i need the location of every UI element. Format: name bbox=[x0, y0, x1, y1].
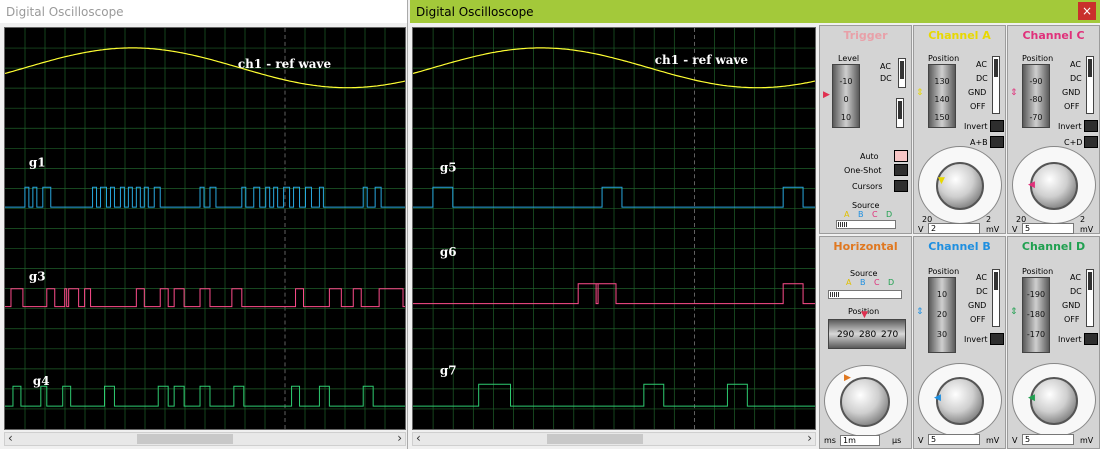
source-label: Source bbox=[850, 269, 878, 278]
channel-c-coupling-switch[interactable] bbox=[1086, 56, 1094, 114]
scroll-thumb[interactable] bbox=[137, 434, 233, 444]
coupling-switch[interactable] bbox=[898, 58, 906, 88]
timebase-pointer-icon: ▶ bbox=[844, 373, 851, 383]
trigger-title: Trigger bbox=[843, 29, 888, 42]
updown-arrow-icon: ⇕ bbox=[1010, 88, 1018, 98]
channel-c-cplusd-button[interactable] bbox=[1084, 136, 1098, 148]
channel-d-pointer-icon: ◀ bbox=[1028, 393, 1035, 403]
channel-c-volts-input[interactable]: 5 bbox=[1022, 223, 1074, 234]
horizontal-scrollbar[interactable]: ‹ › bbox=[4, 431, 406, 446]
window-title: Digital Oscilloscope bbox=[416, 4, 534, 19]
channel-a-invert-button[interactable] bbox=[990, 120, 1004, 132]
channel-c-title: Channel C bbox=[1022, 29, 1085, 42]
channel-a-aplusb-button[interactable] bbox=[990, 136, 1004, 148]
auto-button[interactable] bbox=[894, 150, 908, 162]
channel-a-title: Channel A bbox=[928, 29, 991, 42]
horizontal-panel: Horizontal Source A B C D Position 290 2… bbox=[819, 236, 912, 449]
channel-b-volts-dial[interactable] bbox=[936, 377, 984, 425]
source-slider[interactable] bbox=[836, 220, 896, 229]
horizontal-title: Horizontal bbox=[833, 240, 898, 253]
channel-c-invert-button[interactable] bbox=[1084, 120, 1098, 132]
oneshot-label: One-Shot bbox=[844, 166, 882, 175]
timebase-dial[interactable] bbox=[840, 377, 890, 427]
window-title: Digital Oscilloscope bbox=[6, 4, 124, 19]
scroll-right-icon[interactable]: › bbox=[397, 431, 402, 445]
channel-d-coupling-switch[interactable] bbox=[1086, 269, 1094, 327]
channel-a-panel: Channel A Position 130 140 150 ⇕ AC DC G… bbox=[913, 25, 1006, 234]
channel-b-coupling-switch[interactable] bbox=[992, 269, 1000, 327]
scroll-thumb[interactable] bbox=[547, 434, 643, 444]
channel-c-volts-dial[interactable] bbox=[1030, 162, 1078, 210]
channel-c-panel: Channel C Position -90 -80 -70 ⇕ AC DC G… bbox=[1007, 25, 1100, 234]
trigger-panel: Trigger Level -10 0 10 ▶ AC DC Auto One-… bbox=[819, 25, 912, 234]
edge-switch[interactable] bbox=[896, 98, 904, 128]
horizontal-position-knob[interactable]: 290 280 270 bbox=[828, 319, 906, 349]
updown-arrow-icon: ⇕ bbox=[916, 88, 924, 98]
ref-wave-label: ch1 - ref wave bbox=[655, 53, 749, 67]
trigger-level-knob[interactable]: -10 0 10 bbox=[832, 64, 860, 128]
ref-wave-label: ch1 - ref wave bbox=[238, 57, 332, 71]
updown-arrow-icon: ⇕ bbox=[916, 307, 924, 317]
horizontal-scrollbar[interactable]: ‹ › bbox=[412, 431, 816, 446]
channel-d-panel: Channel D Position -190 -180 -170 ⇕ AC D… bbox=[1007, 236, 1100, 449]
channel-b-position-knob[interactable]: 10 20 30 bbox=[928, 277, 956, 353]
channel-d-invert-button[interactable] bbox=[1084, 333, 1098, 345]
channel-d-volts-input[interactable]: 5 bbox=[1022, 434, 1074, 445]
trace-label-g3: g3 bbox=[29, 270, 46, 284]
channel-c-position-knob[interactable]: -90 -80 -70 bbox=[1022, 64, 1050, 128]
oneshot-button[interactable] bbox=[894, 164, 908, 176]
window-titlebar: Digital Oscilloscope bbox=[0, 0, 407, 23]
waveform-canvas: ch1 - ref wave g1 g3 g4 bbox=[5, 28, 405, 429]
window-titlebar: Digital Oscilloscope × bbox=[410, 0, 1100, 23]
source-label: Source bbox=[852, 201, 880, 210]
channel-a-position-knob[interactable]: 130 140 150 bbox=[928, 64, 956, 128]
level-label: Level bbox=[838, 54, 860, 63]
scope-display: ch1 - ref wave g1 g3 g4 bbox=[4, 27, 406, 430]
oscilloscope-window-left: Digital Oscilloscope ch1 - ref wave g1 g… bbox=[0, 0, 408, 449]
waveform-canvas: ch1 - ref wave g5 g6 g7 bbox=[413, 28, 815, 429]
scope-display: ch1 - ref wave g5 g6 g7 bbox=[412, 27, 816, 430]
scroll-left-icon[interactable]: ‹ bbox=[416, 431, 421, 445]
channel-d-title: Channel D bbox=[1021, 240, 1086, 253]
channel-d-volts-dial[interactable] bbox=[1030, 377, 1078, 425]
cursors-label: Cursors bbox=[852, 182, 883, 191]
position-marker-icon: ▼ bbox=[861, 310, 868, 320]
channel-a-volts-dial[interactable] bbox=[936, 162, 984, 210]
trace-label-g1: g1 bbox=[29, 155, 46, 169]
channel-a-volts-input[interactable]: 2 bbox=[928, 223, 980, 234]
channel-b-volts-input[interactable]: 5 bbox=[928, 434, 980, 445]
channel-a-pointer-icon: ▼ bbox=[938, 176, 945, 186]
horizontal-source-slider[interactable] bbox=[828, 290, 902, 299]
trace-label-g7: g7 bbox=[440, 363, 457, 377]
timebase-input[interactable]: 1m bbox=[840, 435, 880, 446]
auto-label: Auto bbox=[860, 152, 879, 161]
scroll-left-icon[interactable]: ‹ bbox=[8, 431, 13, 445]
channel-b-title: Channel B bbox=[928, 240, 991, 253]
cursors-button[interactable] bbox=[894, 180, 908, 192]
channel-b-invert-button[interactable] bbox=[990, 333, 1004, 345]
channel-c-pointer-icon: ◀ bbox=[1028, 180, 1035, 190]
trace-label-g6: g6 bbox=[440, 245, 457, 259]
trace-label-g5: g5 bbox=[440, 160, 457, 174]
channel-b-pointer-icon: ◀ bbox=[934, 393, 941, 403]
scroll-right-icon[interactable]: › bbox=[807, 431, 812, 445]
close-button[interactable]: × bbox=[1078, 2, 1096, 20]
updown-arrow-icon: ⇕ bbox=[1010, 307, 1018, 317]
channel-a-coupling-switch[interactable] bbox=[992, 56, 1000, 114]
level-marker-icon: ▶ bbox=[823, 90, 830, 100]
channel-b-panel: Channel B Position 10 20 30 ⇕ AC DC GND … bbox=[913, 236, 1006, 449]
oscilloscope-window-right: Digital Oscilloscope × ch1 - ref wave g5… bbox=[410, 0, 1100, 449]
channel-d-position-knob[interactable]: -190 -180 -170 bbox=[1022, 277, 1050, 353]
